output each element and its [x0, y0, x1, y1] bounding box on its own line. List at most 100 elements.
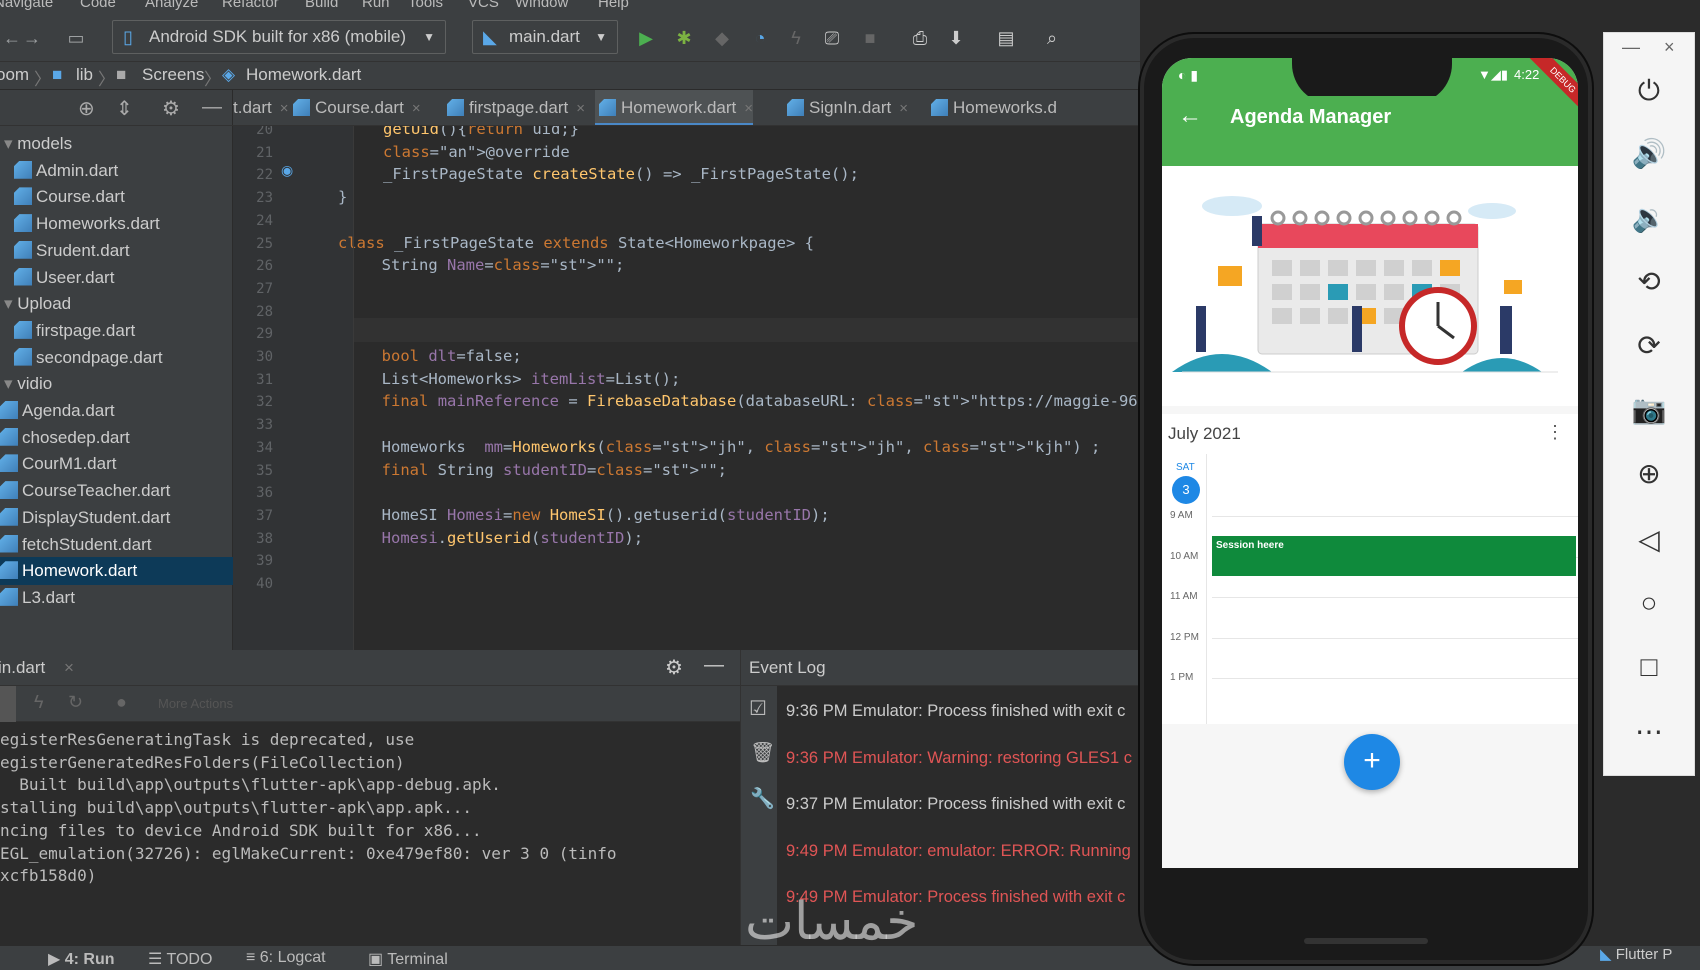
tree-file[interactable]: Useer.dart: [0, 264, 233, 292]
home-circle-icon[interactable]: ○: [1604, 587, 1694, 619]
menu-window[interactable]: Window: [515, 0, 568, 11]
avd-manager-icon[interactable]: ⎙: [908, 26, 932, 50]
calendar-event[interactable]: Session heere: [1212, 536, 1576, 576]
tree-folder[interactable]: ▾ vidio: [0, 370, 233, 398]
debug-bug-icon[interactable]: ✱: [672, 26, 696, 50]
gear-icon[interactable]: ⚙: [665, 655, 683, 680]
editor-tab[interactable]: Course.dart ×: [289, 90, 421, 125]
minimize-icon[interactable]: —: [1622, 37, 1640, 58]
minimize-icon[interactable]: —: [704, 654, 724, 677]
tree-file[interactable]: fetchStudent.dart: [0, 531, 233, 559]
breadcrumb-root[interactable]: oom: [0, 65, 29, 85]
project-structure-icon[interactable]: ▤: [994, 26, 1018, 50]
tree-file[interactable]: chosedep.dart: [0, 424, 233, 452]
back-triangle-icon[interactable]: ◁: [1604, 523, 1694, 556]
rotate-right-icon[interactable]: ⟳: [1604, 329, 1694, 362]
back-arrow-icon[interactable]: ←: [1178, 102, 1202, 130]
tree-file[interactable]: L3.dart: [0, 584, 233, 612]
menu-help[interactable]: Help: [598, 0, 629, 11]
tree-file[interactable]: Homework.dart: [0, 557, 233, 586]
close-icon[interactable]: ×: [744, 100, 753, 117]
tool-terminal[interactable]: ▣ Terminal: [368, 949, 448, 969]
event-text[interactable]: Emulator: Process finished with exit c: [852, 702, 1125, 720]
tool-run[interactable]: ▶ 4: Run: [48, 949, 115, 969]
attach-icon[interactable]: ◆: [710, 26, 734, 50]
more-horiz-icon[interactable]: ⋯: [1604, 715, 1694, 748]
more-actions-dropdown[interactable]: More Actions: [158, 696, 233, 711]
close-icon[interactable]: ×: [1664, 37, 1675, 58]
close-icon[interactable]: ×: [412, 100, 421, 117]
console-tab[interactable]: [0, 686, 16, 722]
close-icon[interactable]: ×: [576, 100, 585, 117]
rotate-left-icon[interactable]: ⟲: [1604, 265, 1694, 298]
tree-file[interactable]: Srudent.dart: [0, 237, 233, 265]
gear-icon[interactable]: ⚙: [162, 96, 180, 121]
tree-file[interactable]: CourseTeacher.dart: [0, 477, 233, 505]
menu-run[interactable]: Run: [362, 0, 390, 11]
event-text[interactable]: Emulator: Process finished with exit c: [852, 795, 1125, 813]
trash-icon[interactable]: 🗑: [750, 740, 775, 765]
close-icon[interactable]: ×: [64, 658, 74, 678]
tool-logcat[interactable]: ≡ 6: Logcat: [246, 949, 326, 967]
flutter-performance-tab[interactable]: ◣ Flutter P: [1600, 945, 1700, 970]
override-marker-icon[interactable]: ◉: [281, 162, 293, 179]
menu-code[interactable]: Code: [80, 0, 116, 11]
add-fab-button[interactable]: +: [1344, 734, 1400, 790]
hot-reload-icon[interactable]: ϟ: [34, 692, 44, 713]
editor-tab[interactable]: Homeworks.d: [927, 90, 1057, 125]
search-icon[interactable]: ⌕: [1040, 26, 1064, 50]
tree-file[interactable]: DisplayStudent.dart: [0, 504, 233, 532]
menu-build[interactable]: Build: [305, 0, 338, 11]
minimize-icon[interactable]: —: [202, 96, 222, 119]
tree-file[interactable]: Admin.dart: [0, 157, 233, 185]
breadcrumb-lib[interactable]: lib: [76, 65, 93, 85]
close-icon[interactable]: ×: [280, 100, 289, 117]
code-editor[interactable]: 20 21 22 23 24 25 26 27 28 29 30 31 32 33 34 35 36 37 38 39…: [233, 126, 1140, 650]
sdk-manager-icon[interactable]: ⬇: [944, 26, 968, 50]
window-icon[interactable]: ▭: [64, 26, 88, 50]
zoom-icon[interactable]: ⊕: [1604, 457, 1694, 490]
camera-icon[interactable]: 📷: [1604, 393, 1694, 426]
menu-tools[interactable]: Tools: [408, 0, 443, 11]
profile-gauge-icon[interactable]: ◔: [748, 26, 772, 50]
tree-file[interactable]: Homeworks.dart: [0, 210, 233, 238]
volume-up-icon[interactable]: 🔊: [1604, 137, 1694, 170]
power-icon[interactable]: ⏻: [1604, 75, 1694, 108]
run-tab-label[interactable]: in.dart: [0, 658, 45, 678]
locate-crosshair-icon[interactable]: ⊕: [78, 96, 95, 121]
mark-read-check-icon[interactable]: ☑: [749, 696, 767, 721]
editor-tab[interactable]: firstpage.dart ×: [443, 90, 585, 125]
tree-file[interactable]: secondpage.dart: [0, 344, 233, 372]
event-text[interactable]: Emulator: Warning: restoring GLES1 c: [852, 749, 1132, 767]
forward-arrow-icon[interactable]: →: [20, 26, 44, 50]
day-number-badge[interactable]: 3: [1172, 476, 1200, 504]
volume-down-icon[interactable]: 🔉: [1604, 201, 1694, 234]
breadcrumb-file[interactable]: Homework.dart: [246, 65, 361, 85]
menu-vcs[interactable]: VCS: [468, 0, 499, 11]
tree-folder[interactable]: ▾ Upload: [0, 290, 233, 318]
collapse-all-icon[interactable]: ⇕: [116, 96, 133, 121]
tree-file[interactable]: CourM1.dart: [0, 450, 233, 478]
run-config-selector[interactable]: ◣ main.dart ▼: [472, 20, 618, 54]
tree-file[interactable]: Agenda.dart: [0, 397, 233, 425]
run-play-icon[interactable]: ▶: [634, 26, 658, 50]
tree-file[interactable]: Course.dart: [0, 183, 233, 211]
editor-tab[interactable]: t.dart ×: [233, 90, 289, 125]
close-icon[interactable]: ×: [899, 100, 908, 117]
breadcrumb-screens[interactable]: Screens: [142, 65, 204, 85]
overview-square-icon[interactable]: □: [1604, 651, 1694, 683]
phone-screen[interactable]: ◐ ▮ ▼◢▮ 4:22 ← Agenda Manager DEBUG July…: [1162, 58, 1578, 868]
hot-restart-icon[interactable]: ⎚: [820, 26, 844, 50]
devtools-icon[interactable]: ●: [116, 692, 127, 713]
editor-tab[interactable]: SignIn.dart ×: [783, 90, 908, 125]
event-text[interactable]: Emulator: emulator: ERROR: Running: [852, 842, 1131, 860]
stop-icon[interactable]: ■: [858, 26, 882, 50]
menu-analyze[interactable]: Analyze: [145, 0, 198, 11]
more-vert-icon[interactable]: ⋮: [1546, 422, 1564, 443]
tree-folder[interactable]: ▾ models: [0, 130, 233, 158]
tree-file[interactable]: firstpage.dart: [0, 317, 233, 345]
device-selector[interactable]: ▯ Android SDK built for x86 (mobile) ▼: [112, 20, 446, 54]
tool-todo[interactable]: ☰ TODO: [148, 949, 212, 969]
menu-navigate[interactable]: Navigate: [0, 0, 53, 11]
wrench-icon[interactable]: 🔧: [750, 786, 775, 811]
